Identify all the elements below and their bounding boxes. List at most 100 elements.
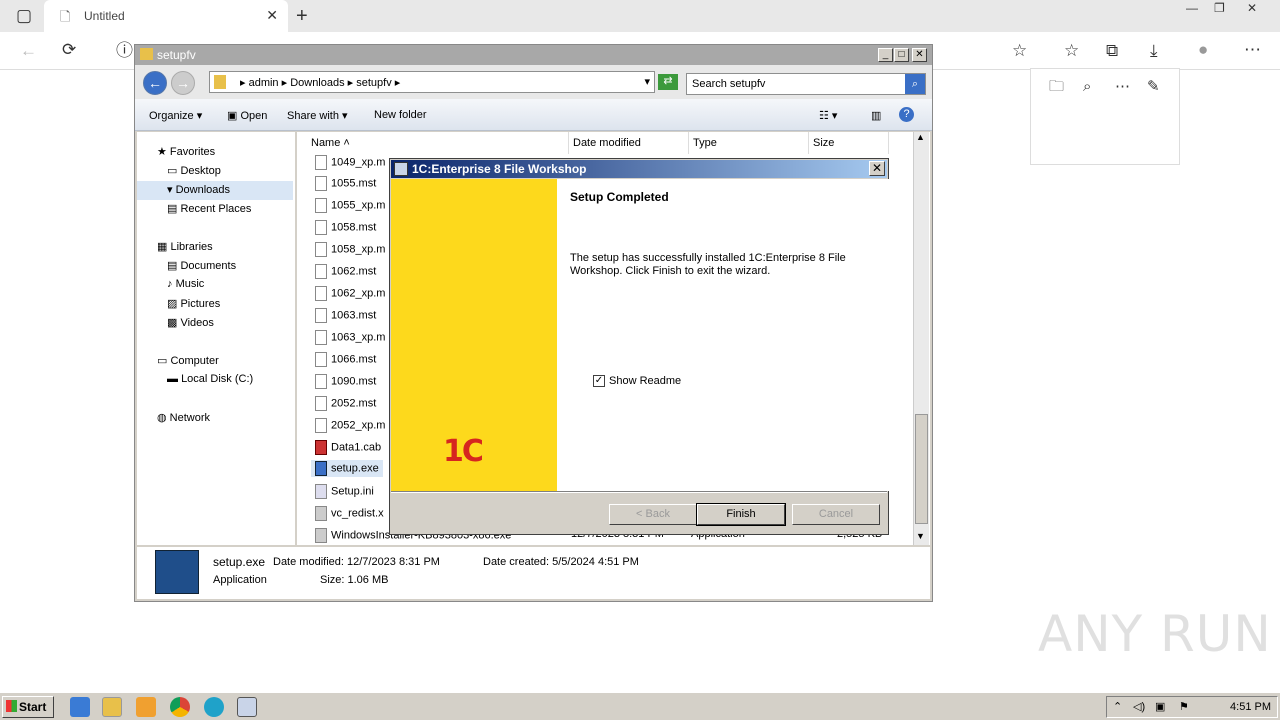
explorer-icon[interactable] (102, 697, 122, 717)
list-item[interactable]: 1055.mst (315, 176, 376, 191)
new-folder-button[interactable]: New folder (374, 109, 427, 121)
back-button[interactable]: ← (20, 42, 37, 59)
windows-logo-icon (6, 700, 17, 712)
column-type[interactable]: Type (689, 132, 809, 154)
preview-pane-icon[interactable]: ▥ (871, 109, 881, 122)
browser-tab[interactable]: 🗋 Untitled ✕ (44, 0, 288, 32)
share-button[interactable]: Share with ▾ (287, 109, 348, 122)
nav-videos[interactable]: ▩ Videos (167, 316, 214, 329)
start-button[interactable]: Start (2, 696, 54, 718)
list-item[interactable]: 1058.mst (315, 220, 376, 235)
back-button[interactable]: ← (143, 71, 167, 95)
sidebar-toggle-icon[interactable]: ▢ (16, 7, 32, 24)
file-icon (315, 198, 327, 213)
close-button[interactable]: ✕ (912, 48, 927, 62)
list-item[interactable]: 1090.mst (315, 374, 376, 389)
list-item-selected[interactable]: setup.exe (311, 460, 383, 477)
refresh-icon[interactable]: ⇄ (658, 74, 678, 90)
organize-button[interactable]: Organize ▾ (149, 109, 202, 122)
search-icon[interactable]: ⌕ (905, 74, 925, 94)
downloads-icon[interactable]: ⤓ (1150, 42, 1158, 59)
dialog-titlebar: 1C:Enterprise 8 File Workshop ✕ (391, 160, 887, 178)
list-item[interactable]: 1066.mst (315, 352, 376, 367)
nav-music[interactable]: ♪ Music (167, 278, 204, 290)
open-button[interactable]: ▣ Open (227, 109, 267, 122)
finish-button[interactable]: Finish (696, 503, 786, 526)
favorites-icon[interactable]: ☆ (1064, 42, 1079, 59)
show-readme-label[interactable]: Show Readme (609, 375, 681, 387)
show-hidden-icon[interactable]: ⌃ (1113, 700, 1122, 713)
refresh-button[interactable]: ⟳ (62, 41, 76, 58)
restore-button[interactable]: ❐ (1214, 2, 1225, 14)
more-icon[interactable]: ⋯ (1115, 79, 1130, 94)
media-player-icon[interactable] (136, 697, 156, 717)
list-item[interactable]: 1058_xp.m (315, 242, 385, 257)
collections-icon[interactable]: ⧉ (1106, 42, 1118, 59)
list-item[interactable]: 2052.mst (315, 396, 376, 411)
list-item[interactable]: 2052_xp.m (315, 418, 385, 433)
scroll-down-icon[interactable]: ▼ (916, 531, 925, 541)
breadcrumb-item[interactable]: Downloads (290, 77, 344, 89)
edge-icon[interactable] (204, 697, 224, 717)
scroll-up-icon[interactable]: ▲ (916, 132, 925, 142)
new-tab-button[interactable]: + (296, 6, 308, 26)
chevron-down-icon[interactable]: ▾ (644, 75, 650, 88)
cancel-button[interactable]: Cancel (792, 504, 880, 525)
breadcrumb-item[interactable]: setupfv (356, 77, 391, 89)
show-readme-checkbox[interactable]: ✓ (593, 375, 605, 387)
more-icon[interactable]: ⋯ (1244, 41, 1261, 58)
nav-network[interactable]: ◍ Network (157, 411, 210, 424)
close-button[interactable]: ✕ (1247, 2, 1257, 14)
nav-downloads[interactable]: ▾ Downloads (137, 181, 293, 200)
tab-close-icon[interactable]: ✕ (266, 7, 278, 24)
help-icon[interactable]: ? (899, 107, 914, 122)
view-icon[interactable]: ☷ ▾ (819, 109, 837, 122)
column-name[interactable]: Name ˄ (307, 132, 569, 154)
installer-task-icon[interactable] (237, 697, 257, 717)
forward-button[interactable]: → (171, 71, 195, 95)
info-icon[interactable]: ⓘ (116, 42, 133, 59)
profile-icon[interactable]: ● (1198, 41, 1208, 58)
list-item[interactable]: Setup.ini (315, 484, 374, 499)
column-size[interactable]: Size (809, 132, 889, 154)
list-item[interactable]: Data1.cab (315, 440, 381, 455)
search-icon[interactable]: ⌕ (1083, 79, 1091, 94)
taskbar: Start ⌃ ◁) ▣ ⚑ 4:51 PM (0, 692, 1280, 720)
scrollbar[interactable]: ▲ ▼ (913, 132, 929, 545)
chrome-icon[interactable] (170, 697, 190, 717)
list-item[interactable]: 1062.mst (315, 264, 376, 279)
address-bar[interactable]: ▸ admin ▸ Downloads ▸ setupfv ▸ ▾ (209, 71, 655, 93)
list-item[interactable]: 1063_xp.m (315, 330, 385, 345)
list-item[interactable]: 1055_xp.m (315, 198, 385, 213)
address-row: ← → ▸ admin ▸ Downloads ▸ setupfv ▸ ▾ ⇄ … (135, 65, 932, 99)
search-input[interactable]: Search setupfv ⌕ (686, 73, 926, 95)
volume-icon[interactable]: ◁) (1133, 700, 1145, 713)
nav-documents[interactable]: ▤ Documents (167, 259, 236, 272)
flag-icon[interactable]: ⚑ (1179, 700, 1189, 713)
nav-libraries[interactable]: ▦ Libraries (157, 240, 213, 253)
add-favorite-icon[interactable]: ☆ (1012, 42, 1027, 59)
list-item[interactable]: 1062_xp.m (315, 286, 385, 301)
nav-local-disk[interactable]: ▬ Local Disk (C:) (167, 373, 253, 385)
file-icon (315, 330, 327, 345)
breadcrumb-item[interactable]: admin (249, 77, 279, 89)
nav-computer[interactable]: ▭ Computer (157, 354, 219, 367)
minimize-button[interactable]: _ (878, 48, 893, 62)
network-icon[interactable]: ▣ (1155, 700, 1165, 713)
list-item[interactable]: 1049_xp.m (315, 155, 385, 170)
nav-recent[interactable]: ▤ Recent Places (167, 202, 251, 215)
minimize-button[interactable]: — (1186, 2, 1198, 14)
pin-icon[interactable]: ✎ (1147, 79, 1160, 94)
nav-pictures[interactable]: ▨ Pictures (167, 297, 220, 310)
folder-icon[interactable]: 🗀 (1049, 79, 1064, 94)
dialog-close-button[interactable]: ✕ (869, 161, 885, 176)
column-date[interactable]: Date modified (569, 132, 689, 154)
scroll-thumb[interactable] (915, 414, 928, 524)
back-button[interactable]: < Back (609, 504, 697, 525)
nav-desktop[interactable]: ▭ Desktop (167, 164, 221, 177)
maximize-button[interactable]: □ (894, 48, 909, 62)
nav-favorites[interactable]: ★ Favorites (157, 145, 215, 158)
ie-icon[interactable] (70, 697, 90, 717)
list-item[interactable]: 1063.mst (315, 308, 376, 323)
list-item[interactable]: vc_redist.x (315, 506, 384, 521)
